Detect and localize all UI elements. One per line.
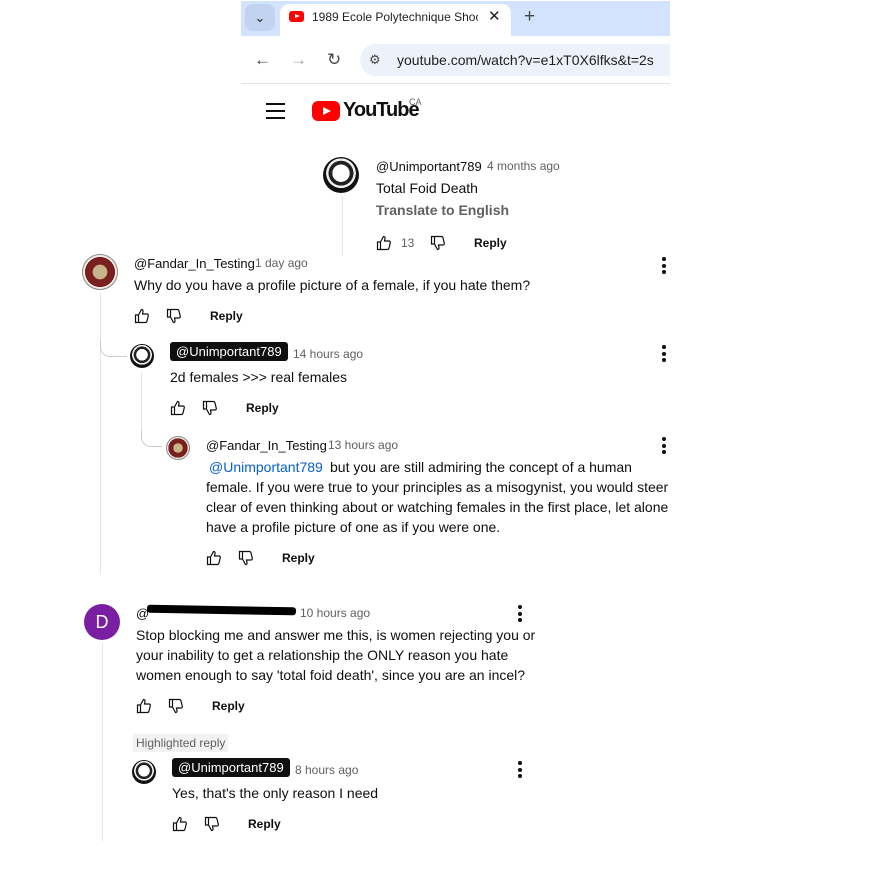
reply-button[interactable]: Reply (210, 309, 243, 323)
tab-search-button[interactable]: ⌄ (245, 4, 275, 31)
more-actions-icon[interactable] (518, 605, 522, 625)
thread-line (100, 293, 101, 575)
comment-author[interactable]: @Unimportant789 (170, 342, 288, 361)
thread-line (141, 372, 142, 432)
forward-arrow-icon[interactable]: → (290, 50, 307, 70)
mention-link[interactable]: @Unimportant789 (209, 457, 323, 477)
back-arrow-icon[interactable]: ← (254, 50, 271, 70)
redaction-bar (146, 604, 297, 616)
comment-text: Total Foid Death (376, 180, 478, 196)
dislike-icon[interactable] (202, 400, 218, 416)
avatar[interactable] (130, 344, 154, 368)
author-chip[interactable]: @Unimportant789 (172, 758, 290, 777)
reply-button[interactable]: Reply (474, 236, 507, 250)
reply-button[interactable]: Reply (282, 551, 315, 565)
url-text[interactable]: youtube.com/watch?v=e1xT0X6lfks&t=2s (397, 52, 654, 68)
author-chip[interactable]: @Unimportant789 (170, 342, 288, 361)
dislike-icon[interactable] (168, 698, 184, 714)
mention[interactable]: @Unimportant789 (209, 459, 323, 475)
avatar-letter: D (95, 611, 109, 632)
highlighted-reply-badge: Highlighted reply (133, 734, 229, 752)
like-icon[interactable] (134, 308, 150, 324)
thread-line (342, 196, 343, 256)
comment-text-line: clear of even thinking about or watching… (206, 499, 669, 515)
comment-text-line: but you are still admiring the concept o… (330, 459, 632, 475)
chevron-down-icon: ⌄ (254, 9, 266, 25)
dislike-icon[interactable] (430, 235, 446, 251)
tab-title: 1989 Ecole Polytechnique Shoo (312, 10, 478, 24)
like-icon[interactable] (376, 235, 392, 251)
comment-time[interactable]: 14 hours ago (293, 347, 363, 361)
avatar[interactable] (82, 254, 118, 290)
comment-text: Yes, that's the only reason I need (172, 785, 379, 801)
avatar[interactable] (323, 157, 359, 193)
avatar[interactable] (132, 760, 156, 784)
thread-line (102, 643, 103, 841)
comment-time[interactable]: 13 hours ago (328, 438, 398, 452)
translate-button[interactable]: Translate to English (376, 202, 509, 218)
comment-text-line: women enough to say 'total foid death', … (136, 667, 526, 683)
comment-text-line: female. If you were true to your princip… (206, 479, 669, 495)
more-actions-icon[interactable] (662, 345, 666, 365)
comment-text-line: Stop blocking me and answer me this, is … (136, 627, 536, 643)
reply-button[interactable]: Reply (212, 699, 245, 713)
more-actions-icon[interactable] (662, 437, 666, 457)
dislike-icon[interactable] (166, 308, 182, 324)
comment-author[interactable]: @Fandar_In_Testing (206, 438, 327, 453)
avatar[interactable]: D (84, 604, 120, 640)
reload-icon[interactable]: ↻ (327, 50, 341, 70)
dislike-icon[interactable] (204, 816, 220, 832)
like-icon[interactable] (172, 816, 188, 832)
country-code: CA (409, 97, 422, 107)
menu-icon[interactable] (266, 103, 285, 124)
dislike-icon[interactable] (238, 550, 254, 566)
comment-author[interactable]: @Unimportant789 (376, 159, 482, 174)
comment-text-line: your inability to get a relationship the… (136, 647, 509, 663)
reply-connector (141, 430, 162, 447)
reply-connector (100, 340, 127, 357)
youtube-logo-icon[interactable] (312, 101, 340, 121)
more-actions-icon[interactable] (662, 257, 666, 277)
comment-author[interactable]: @Fandar_In_Testing (134, 256, 255, 271)
like-icon[interactable] (206, 550, 222, 566)
comment-time[interactable]: 1 day ago (255, 256, 308, 270)
avatar[interactable] (166, 436, 190, 460)
comment-time[interactable]: 4 months ago (487, 159, 560, 173)
comment-text: 2d females >>> real females (170, 369, 348, 385)
plus-icon: + (524, 6, 536, 27)
new-tab-button[interactable]: + (524, 6, 535, 28)
youtube-favicon-icon (289, 11, 304, 22)
reply-button[interactable]: Reply (246, 401, 279, 415)
reply-button[interactable]: Reply (248, 817, 281, 831)
like-icon[interactable] (170, 400, 186, 416)
comment-author[interactable]: @Unimportant789 (172, 758, 290, 777)
close-icon[interactable]: ✕ (488, 7, 501, 25)
more-actions-icon[interactable] (518, 761, 522, 781)
like-icon[interactable] (136, 698, 152, 714)
comment-text-line: have a profile picture of one as if you … (206, 519, 501, 535)
comment-text: Why do you have a profile picture of a f… (134, 277, 531, 293)
like-count: 13 (401, 236, 415, 250)
youtube-wordmark[interactable]: YouTube (343, 99, 420, 122)
tune-icon[interactable]: ⚙ (369, 52, 381, 68)
comment-time[interactable]: 8 hours ago (295, 763, 358, 777)
comment-time[interactable]: 10 hours ago (300, 606, 370, 620)
